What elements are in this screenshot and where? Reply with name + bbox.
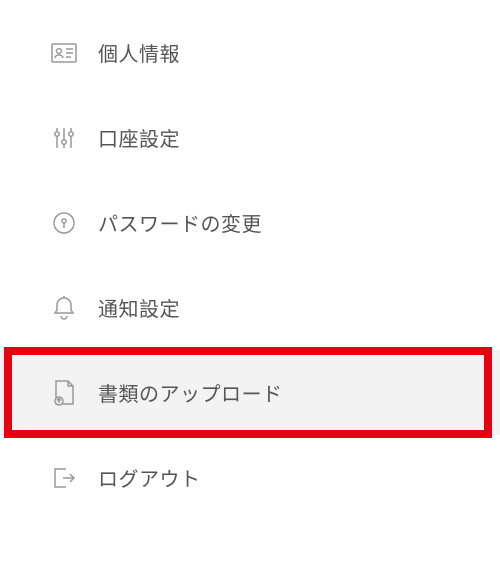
menu-item-personal-info[interactable]: 個人情報 [0,10,500,95]
lock-icon [50,209,78,237]
menu-item-logout[interactable]: ログアウト [0,435,500,520]
menu-item-label: 書類のアップロード [98,378,283,407]
id-card-icon [50,39,78,67]
logout-icon [50,464,78,492]
menu-item-label: パスワードの変更 [98,208,262,237]
menu-item-label: 個人情報 [98,38,180,67]
menu-item-label: 通知設定 [98,293,180,322]
menu-item-label: 口座設定 [98,123,180,152]
sliders-icon [50,124,78,152]
sidebar-menu: 個人情報 口座設定 パスワードの変更 [0,0,500,520]
menu-item-password-change[interactable]: パスワードの変更 [0,180,500,265]
menu-item-account-settings[interactable]: 口座設定 [0,95,500,180]
document-upload-icon [50,379,78,407]
bell-icon [50,294,78,322]
menu-item-label: ログアウト [98,463,201,492]
menu-item-notification-settings[interactable]: 通知設定 [0,265,500,350]
menu-item-document-upload[interactable]: 書類のアップロード [0,350,500,435]
